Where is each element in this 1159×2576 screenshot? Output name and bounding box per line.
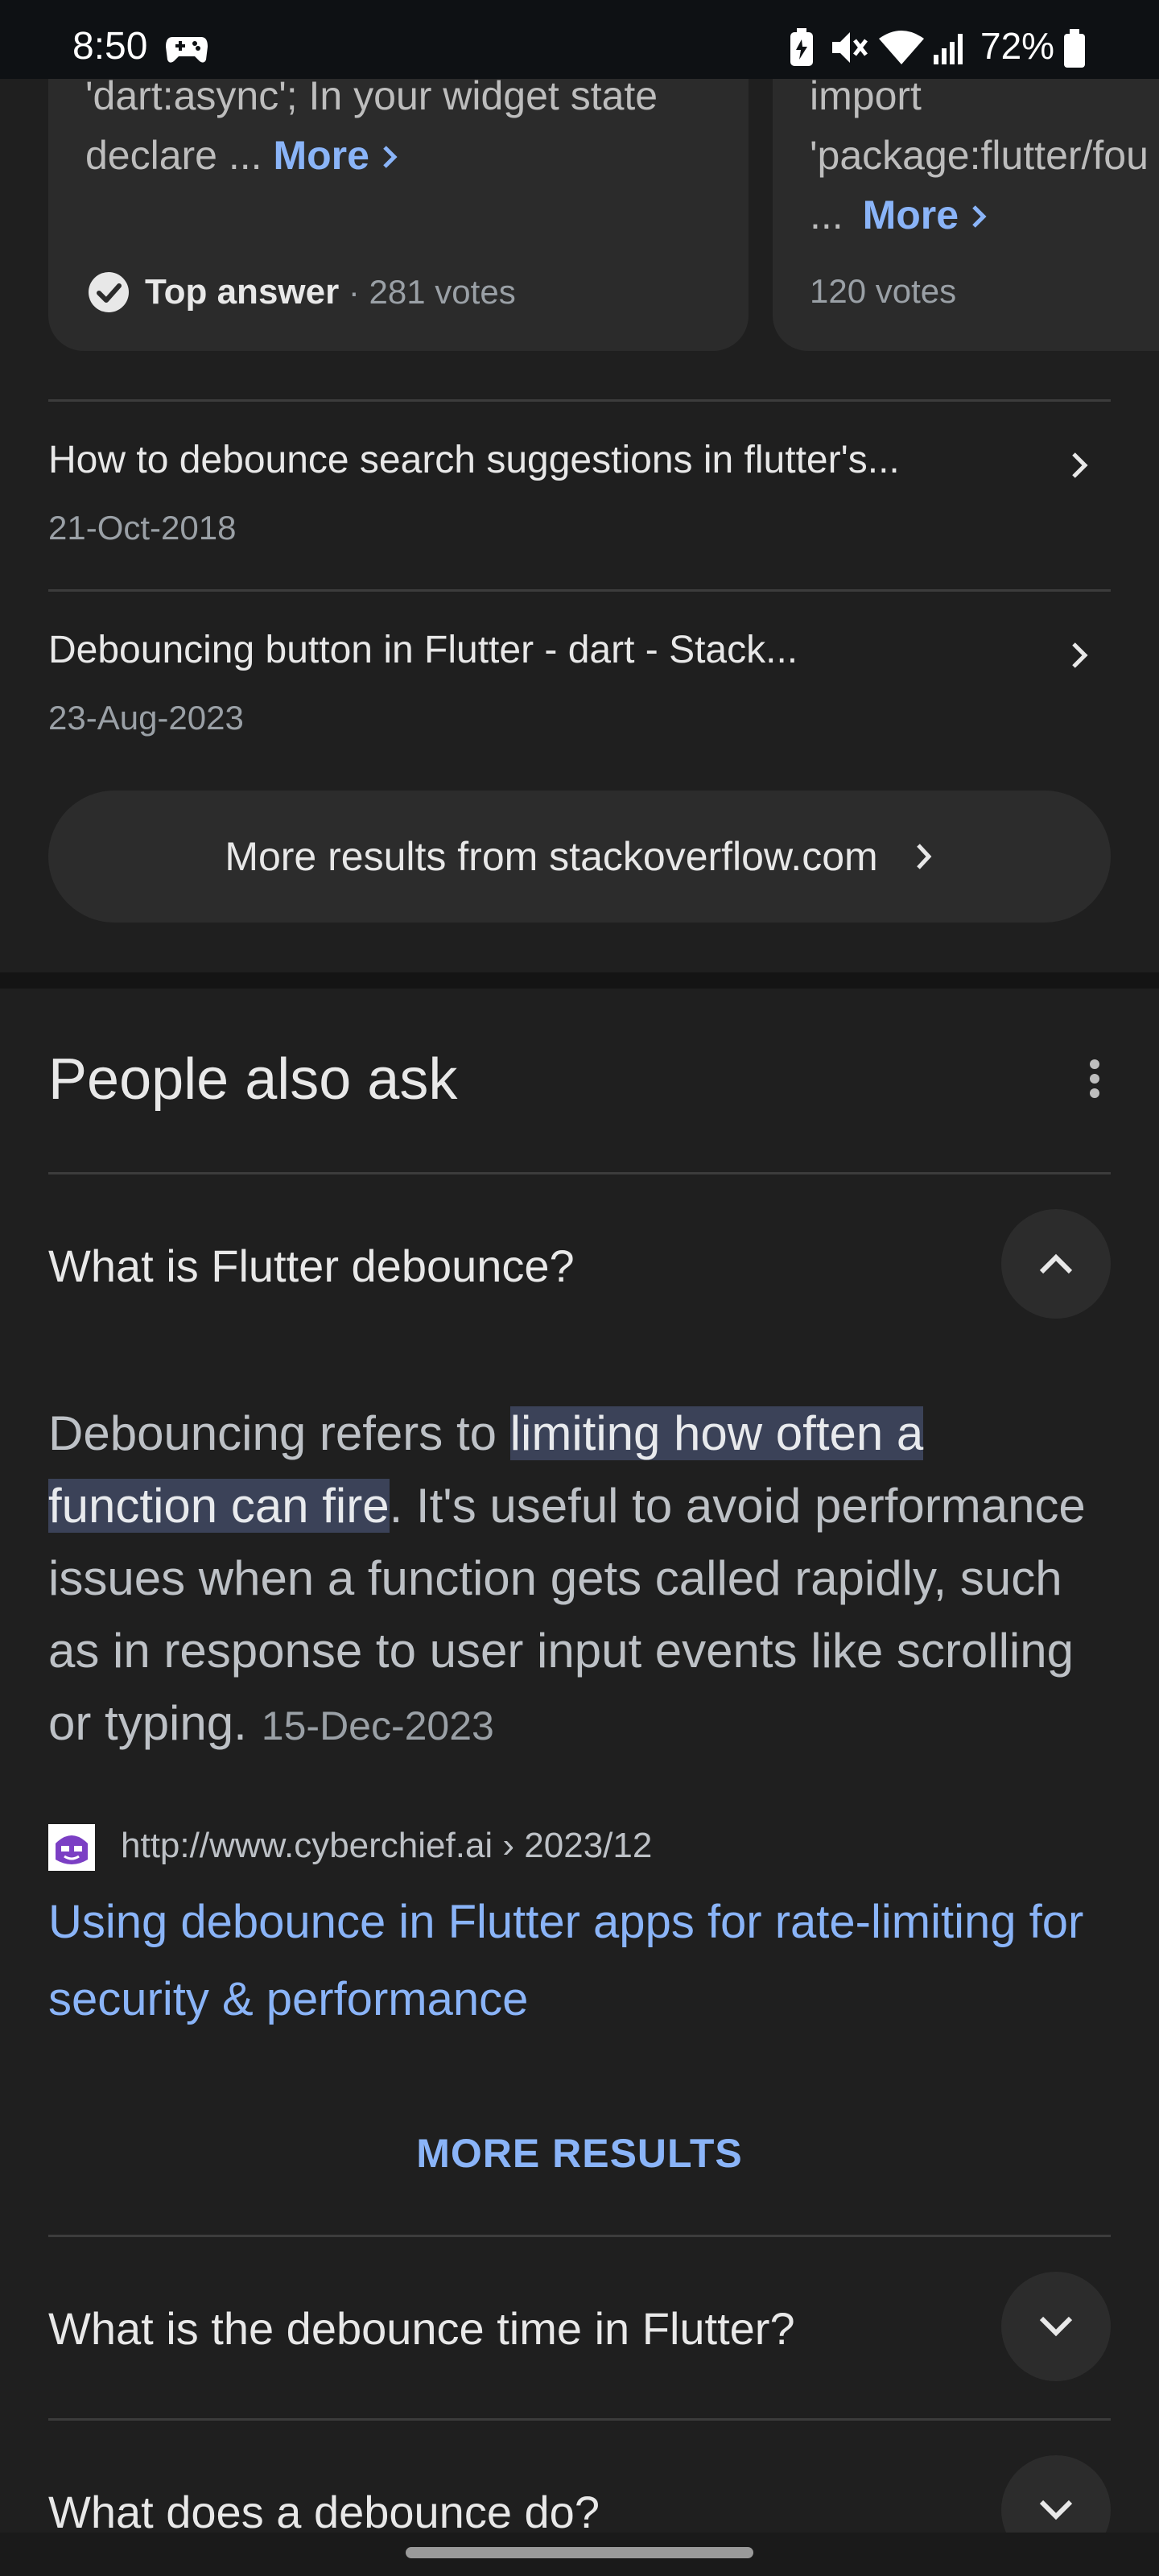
status-bar: 8:50 72%	[0, 0, 1159, 79]
source-url: http://www.cyberchief.ai › 2023/12	[121, 1826, 653, 1865]
answer-snippet: Debouncing refers to limiting how often …	[48, 1397, 1111, 1762]
answer-card-1-more-link[interactable]: More	[273, 133, 399, 178]
answer-card-2-line3: ... More	[810, 185, 989, 245]
cyberchief-logo-icon	[48, 1824, 95, 1871]
result-date: 21-Oct-2018	[48, 509, 237, 547]
chevron-up-icon	[1039, 1253, 1073, 1274]
top-answer-badge: Top answer	[145, 272, 340, 312]
check-circle-icon	[89, 272, 129, 312]
battery-percentage: 72%	[980, 25, 1055, 67]
result-row-2[interactable]: Debouncing button in Flutter - dart - St…	[48, 592, 1111, 745]
chevron-down-icon	[1039, 2316, 1073, 2337]
answer-card-1-line2: declare ... More	[85, 126, 400, 185]
wifi-icon	[879, 31, 924, 64]
divider	[48, 2418, 1111, 2421]
result-title: How to debounce search suggestions in fl…	[48, 439, 900, 481]
more-options-icon[interactable]	[1079, 1058, 1111, 1106]
answer-text-pre: Debouncing refers to	[48, 1406, 510, 1460]
divider	[48, 399, 1111, 402]
divider	[48, 589, 1111, 592]
more-label: More	[862, 192, 959, 237]
mute-icon	[832, 32, 868, 63]
top-answer-row: Top answer · 281 votes	[145, 272, 516, 312]
more-label: More	[273, 133, 369, 178]
divider	[48, 1172, 1111, 1174]
answer-highlight: limiting how often a	[509, 1406, 924, 1460]
question-text: What is the debounce time in Flutter?	[48, 2303, 795, 2354]
page: 'dart:async'; In your widget state decla…	[0, 0, 1159, 2576]
battery-saver-icon	[790, 28, 813, 66]
answer-card-2-more-link[interactable]: More	[863, 192, 989, 237]
answer-highlight: function can fire	[48, 1479, 390, 1533]
chevron-down-icon	[1039, 2500, 1073, 2520]
answer-date: 15-Dec-2023	[261, 1703, 494, 1748]
game-controller-icon	[166, 37, 208, 63]
people-also-ask-heading: People also ask	[48, 1047, 458, 1112]
more-results-button[interactable]: MORE RESULTS	[0, 2130, 1159, 2177]
chevron-right-icon	[1072, 642, 1088, 668]
more-results-site-label: More results from stackoverflow.com	[225, 834, 878, 879]
ellipsis: ...	[810, 192, 843, 237]
result-title: Debouncing button in Flutter - dart - St…	[48, 629, 798, 671]
chevron-right-icon	[1072, 452, 1088, 478]
chevron-right-icon	[383, 146, 398, 168]
home-indicator[interactable]	[406, 2547, 753, 2558]
expand-button[interactable]	[1001, 2272, 1111, 2381]
more-results-site-button[interactable]: More results from stackoverflow.com	[48, 791, 1111, 923]
vote-count: · 281 votes	[348, 273, 516, 311]
question-row-2[interactable]: What is the debounce time in Flutter?	[0, 2238, 1159, 2415]
collapse-button[interactable]	[1001, 1209, 1111, 1319]
result-date: 23-Aug-2023	[48, 699, 244, 737]
question-text: What is Flutter debounce?	[48, 1241, 575, 1291]
vote-count: 120 votes	[810, 272, 957, 310]
chevron-right-icon	[916, 844, 932, 869]
battery-icon	[1064, 29, 1085, 68]
status-time: 8:50	[72, 25, 148, 68]
answer-card-1[interactable]: 'dart:async'; In your widget state decla…	[48, 32, 749, 351]
question-text: What does a debounce do?	[48, 2487, 600, 2537]
question-row-1[interactable]: What is Flutter debounce?	[0, 1175, 1159, 1352]
divider	[48, 2235, 1111, 2237]
result-row-1[interactable]: How to debounce search suggestions in fl…	[48, 402, 1111, 555]
answer-card-2[interactable]: import 'package:flutter/fou ... More 120…	[773, 32, 1159, 351]
section-separator	[0, 972, 1159, 989]
answer-card-1-snippet: declare ...	[85, 133, 262, 178]
chevron-right-icon	[972, 205, 987, 228]
signal-icon	[934, 34, 963, 64]
answer-card-2-line2: 'package:flutter/fou	[810, 133, 1149, 178]
source-link[interactable]: Using debounce in Flutter apps for rate-…	[48, 1884, 1111, 2038]
